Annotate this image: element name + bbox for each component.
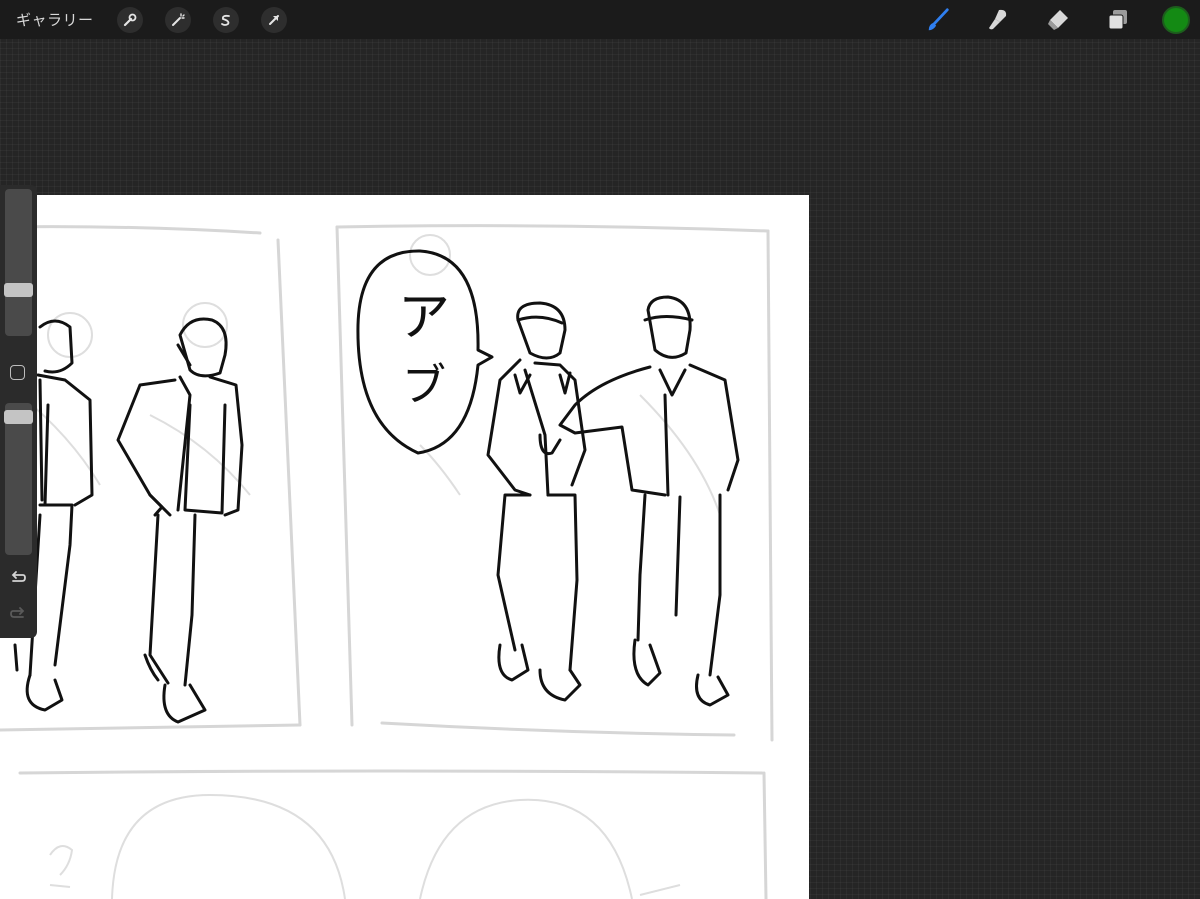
color-picker-button[interactable] — [1162, 5, 1190, 34]
gallery-button[interactable]: ギャラリー — [16, 9, 94, 30]
redo-button[interactable] — [8, 605, 28, 625]
adjustments-button[interactable] — [164, 6, 191, 33]
panel2-figures — [486, 295, 740, 707]
panel-borders — [0, 224, 774, 899]
selection-s-icon — [220, 14, 230, 26]
layers-icon — [1108, 9, 1127, 29]
smudge-tool-button[interactable] — [985, 7, 1011, 33]
brush-size-slider[interactable] — [5, 189, 32, 336]
opacity-slider[interactable] — [5, 403, 32, 555]
eraser-tool-button[interactable] — [1045, 7, 1071, 33]
undo-button[interactable] — [8, 569, 28, 589]
selection-button[interactable] — [212, 6, 239, 33]
top-toolbar: ギャラリー — [0, 0, 1200, 39]
manga-sketch: ア ブ — [0, 224, 774, 899]
right-tool-group — [908, 0, 1200, 39]
transform-button[interactable] — [260, 6, 287, 33]
speech-bubble[interactable] — [356, 249, 494, 455]
transform-arrow-icon — [268, 14, 279, 25]
construction-lines — [19, 234, 721, 899]
drawing-canvas[interactable]: ア ブ — [0, 195, 809, 899]
layers-button[interactable] — [1105, 7, 1131, 33]
wrench-icon — [123, 13, 136, 26]
magic-wand-icon — [171, 12, 185, 26]
brush-tool-button[interactable] — [925, 7, 951, 33]
speech-bubble-text-1: ア — [398, 288, 450, 348]
brush-icon — [928, 7, 949, 30]
brush-size-handle[interactable] — [4, 283, 33, 297]
square-modify-icon[interactable] — [10, 365, 25, 380]
side-toolbar — [0, 185, 37, 638]
eraser-icon — [1048, 9, 1068, 30]
panel1-figures — [13, 317, 244, 724]
actions-button[interactable] — [116, 6, 143, 33]
redo-icon — [10, 607, 25, 618]
smudge-icon — [989, 9, 1007, 29]
speech-bubble-text-2: ブ — [402, 360, 446, 411]
undo-icon — [11, 571, 26, 582]
opacity-handle[interactable] — [4, 410, 33, 424]
